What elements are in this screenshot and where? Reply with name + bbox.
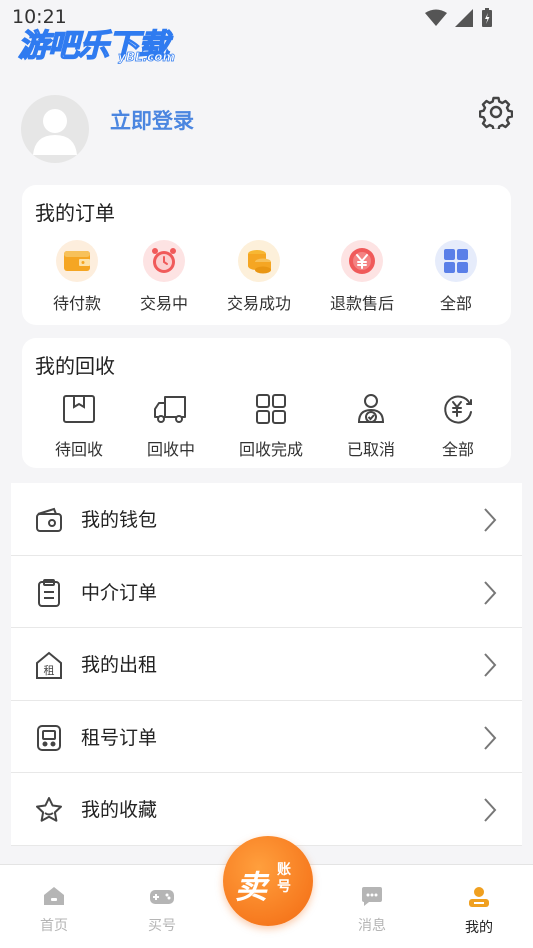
order-item-in-trade[interactable]: 交易中 (114, 240, 214, 314)
order-item-all[interactable]: 全部 (406, 240, 506, 314)
watermark-sub: yBL.com (118, 50, 176, 65)
menu-item-wallet[interactable]: 我的钱包 (11, 483, 522, 556)
user-check-icon (352, 390, 390, 428)
recycle-item-label: 回收完成 (238, 440, 303, 459)
order-item-label: 交易中 (139, 294, 188, 313)
box-icon (60, 390, 98, 428)
recycle-title: 我的回收 (35, 354, 115, 378)
yen-refresh-icon (439, 390, 477, 428)
tab-buy-account[interactable]: 买号 (122, 885, 202, 935)
default-avatar-icon (33, 109, 77, 155)
tab-messages[interactable]: 消息 (332, 885, 412, 935)
order-item-label: 全部 (439, 294, 472, 313)
wallet-outline-icon (36, 507, 62, 532)
recycle-item-complete[interactable]: 回收完成 (221, 390, 321, 460)
refund-yen-icon (341, 240, 383, 282)
order-item-label: 交易成功 (226, 294, 291, 313)
order-item-refund[interactable]: 退款售后 (312, 240, 412, 314)
menu-item-label: 租号订单 (81, 726, 158, 749)
device-icon (37, 724, 61, 751)
menu-item-favorites[interactable]: 我的收藏 (11, 773, 522, 846)
signal-icon (455, 9, 473, 27)
recycle-item-label: 待回收 (54, 440, 103, 459)
battery-icon (482, 8, 492, 27)
menu-item-rental-orders[interactable]: 租号订单 (11, 701, 522, 773)
login-link[interactable]: 立即登录 (110, 105, 194, 135)
menu-list: 我的钱包 中介订单 租 我的出租 租号订单 我的收藏 (11, 483, 522, 846)
grid-icon (435, 240, 477, 282)
alarm-clock-icon (143, 240, 185, 282)
avatar[interactable] (21, 95, 89, 163)
home-icon (44, 887, 64, 905)
recycle-card: 我的回收 待回收 回收中 回收完成 已取消 全部 (22, 338, 511, 468)
status-icons (425, 8, 493, 28)
menu-item-label: 我的出租 (81, 654, 158, 676)
tab-mine[interactable]: 我的 (439, 885, 519, 937)
order-item-trade-success[interactable]: 交易成功 (209, 240, 309, 314)
sell-button-big: 卖 (235, 868, 268, 906)
chevron-right-icon (484, 798, 497, 822)
grid-outline-icon (252, 390, 290, 428)
tab-home[interactable]: 首页 (14, 885, 94, 935)
recycle-item-label: 全部 (441, 440, 474, 459)
menu-item-agent-orders[interactable]: 中介订单 (11, 556, 522, 628)
gamepad-icon (150, 890, 174, 904)
person-icon (469, 887, 489, 907)
wallet-icon (56, 240, 98, 282)
menu-item-my-rentals[interactable]: 租 我的出租 (11, 628, 522, 701)
truck-icon (152, 390, 190, 428)
tab-label: 我的 (465, 920, 493, 936)
order-item-label: 退款售后 (329, 294, 394, 313)
house-rent-icon: 租 (36, 651, 62, 679)
coins-icon (238, 240, 280, 282)
orders-card: 我的订单 待付款 交易中 交易成功 退款售后 全部 (22, 185, 511, 325)
recycle-item-all[interactable]: 全部 (408, 390, 508, 460)
chevron-right-icon (484, 725, 497, 750)
chevron-right-icon (484, 508, 497, 532)
tab-label: 买号 (148, 918, 176, 934)
profile-header: 立即登录 (0, 90, 533, 170)
chevron-right-icon (484, 653, 497, 677)
recycle-item-cancelled[interactable]: 已取消 (321, 390, 421, 460)
message-icon (362, 887, 382, 906)
order-item-label: 待付款 (52, 294, 101, 313)
star-icon (36, 797, 62, 822)
sell-account-button[interactable]: 卖 账号 (223, 836, 313, 926)
menu-item-label: 中介订单 (81, 581, 158, 604)
orders-title: 我的订单 (35, 201, 115, 225)
recycle-item-label: 已取消 (346, 440, 395, 459)
recycle-item-label: 回收中 (146, 440, 195, 459)
chevron-right-icon (484, 580, 497, 605)
menu-item-label: 我的钱包 (81, 509, 158, 531)
wifi-icon (425, 9, 447, 26)
gear-icon (478, 96, 514, 132)
recycle-item-pending[interactable]: 待回收 (29, 390, 129, 460)
svg-text:租: 租 (44, 664, 55, 677)
recycle-item-in-progress[interactable]: 回收中 (121, 390, 221, 460)
order-item-pending-payment[interactable]: 待付款 (27, 240, 127, 314)
clipboard-icon (38, 578, 60, 607)
tab-label: 消息 (358, 918, 386, 934)
tab-label: 首页 (40, 918, 68, 934)
watermark-logo: 游吧乐下载 yBL.com (17, 20, 175, 65)
sell-button-small: 账号 (277, 862, 291, 895)
settings-button[interactable] (478, 95, 514, 132)
menu-item-label: 我的收藏 (81, 799, 158, 821)
